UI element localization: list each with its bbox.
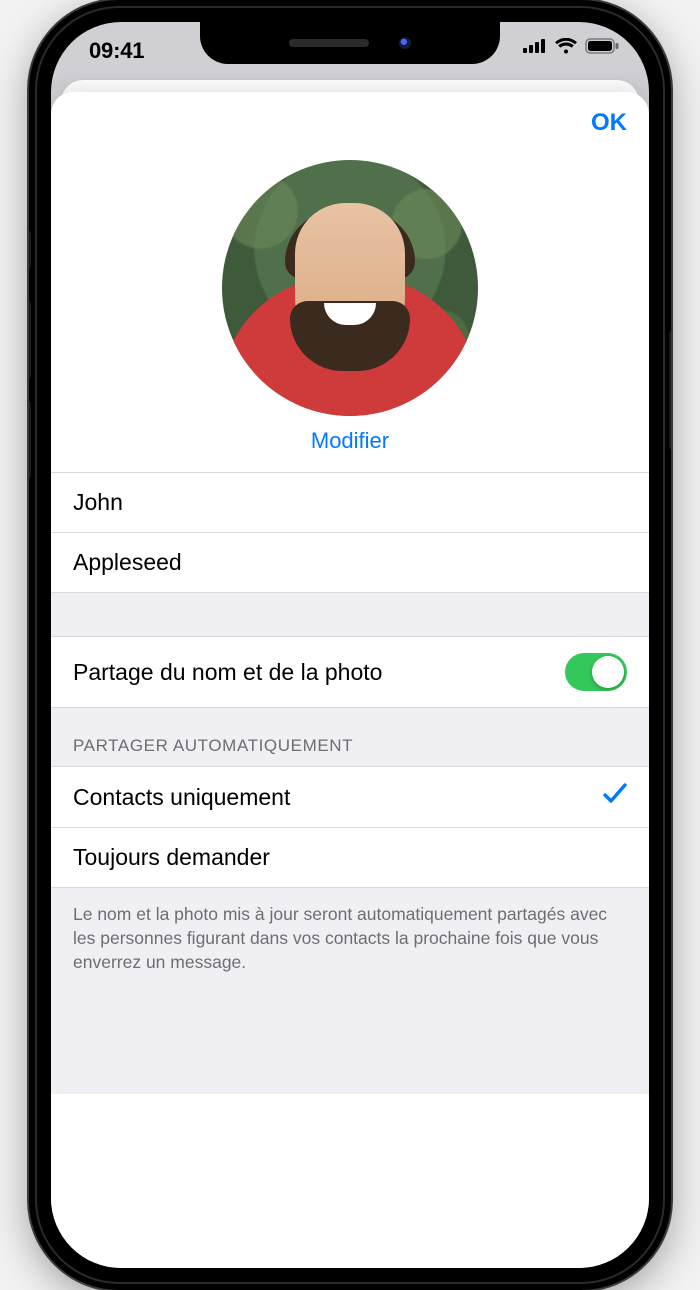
option-label: Toujours demander xyxy=(73,844,270,871)
volume-up-button xyxy=(29,300,31,380)
cellular-signal-icon xyxy=(523,39,547,53)
share-toggle-label: Partage du nom et de la photo xyxy=(73,659,382,686)
name-list xyxy=(51,472,649,593)
avatar-section: Modifier xyxy=(51,154,649,472)
volume-down-button xyxy=(29,400,31,480)
first-name-row[interactable] xyxy=(51,473,649,533)
avatar[interactable] xyxy=(222,160,478,416)
wifi-icon xyxy=(555,38,577,54)
option-label: Contacts uniquement xyxy=(73,784,290,811)
side-button xyxy=(669,330,671,450)
edit-photo-button[interactable]: Modifier xyxy=(311,428,389,454)
sheet-header: OK xyxy=(51,92,649,154)
status-icons xyxy=(523,38,619,54)
share-toggle-switch[interactable] xyxy=(565,653,627,691)
checkmark-icon xyxy=(603,783,627,811)
modal-sheet: OK Modifier xyxy=(51,92,649,1268)
last-name-field[interactable] xyxy=(73,549,627,576)
section-gap xyxy=(51,593,649,637)
screen: 09:41 OK xyxy=(51,22,649,1268)
first-name-field[interactable] xyxy=(73,489,627,516)
share-toggle-row: Partage du nom et de la photo xyxy=(51,637,649,708)
phone-frame: 09:41 OK xyxy=(29,0,671,1290)
front-camera xyxy=(399,37,411,49)
status-time: 09:41 xyxy=(89,38,144,64)
last-name-row[interactable] xyxy=(51,533,649,593)
notch xyxy=(200,22,500,64)
option-contacts-only[interactable]: Contacts uniquement xyxy=(51,767,649,828)
battery-icon xyxy=(585,38,619,54)
option-always-ask[interactable]: Toujours demander xyxy=(51,828,649,888)
ringer-switch xyxy=(29,230,31,270)
ok-button[interactable]: OK xyxy=(591,109,627,137)
speaker-grille xyxy=(289,39,369,47)
auto-share-footer: Le nom et la photo mis à jour seront aut… xyxy=(51,888,649,1094)
auto-share-section-header: PARTAGER AUTOMATIQUEMENT xyxy=(51,708,649,767)
